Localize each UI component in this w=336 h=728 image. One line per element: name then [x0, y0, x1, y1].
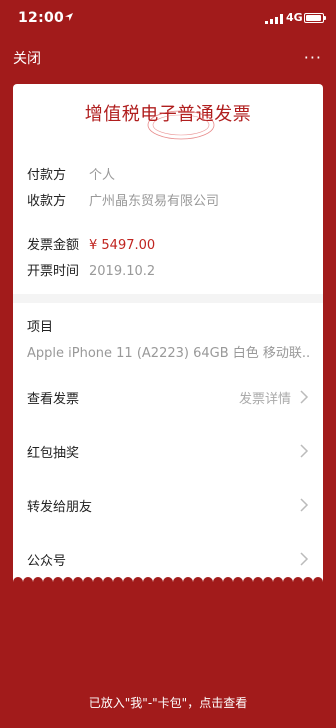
card-scallop-edge [13, 576, 323, 588]
payee-row: 收款方 广州晶东贸易有限公司 [27, 190, 219, 209]
view-invoice-item[interactable]: 查看发票 发票详情 [13, 370, 323, 424]
battery-icon [304, 13, 326, 23]
chevron-right-icon [300, 390, 309, 404]
more-button[interactable]: ··· [304, 48, 322, 67]
nav-bar: 关闭 ··· [0, 40, 336, 76]
signal-icon [265, 14, 283, 24]
payer-row: 付款方 个人 [27, 164, 115, 183]
footer-link[interactable]: 已放入"我"-"卡包"，点击查看 [0, 694, 336, 711]
divider [13, 294, 323, 303]
amount-row: 发票金额 ¥ 5497.00 [27, 234, 155, 253]
payer-label: 付款方 [27, 168, 67, 183]
date-value: 2019.10.2 [89, 264, 156, 279]
item-label: 项目 [27, 320, 54, 335]
lottery-label: 红包抽奖 [27, 446, 80, 461]
chevron-right-icon [300, 444, 309, 458]
amount-label: 发票金额 [27, 238, 80, 253]
location-arrow-icon [65, 13, 73, 21]
status-bar: 12:00 4G [0, 0, 336, 40]
payer-value: 个人 [89, 168, 116, 183]
payee-value: 广州晶东贸易有限公司 [89, 194, 220, 209]
payee-label: 收款方 [27, 194, 67, 209]
view-invoice-label: 查看发票 [27, 392, 80, 407]
amount-value: ¥ 5497.00 [89, 238, 156, 253]
date-label: 开票时间 [27, 264, 80, 279]
status-time: 12:00 [18, 10, 65, 26]
item-value: Apple iPhone 11 (A2223) 64GB 白色 移动联... [27, 346, 311, 361]
official-account-label: 公众号 [27, 554, 67, 569]
chevron-right-icon [300, 552, 309, 566]
network-type: 4G [286, 11, 303, 24]
view-invoice-hint: 发票详情 [238, 392, 291, 407]
invoice-card: 增值税电子普通发票 付款方 个人 收款方 广州晶东贸易有限公司 发票金额 ¥ 5497… [13, 84, 323, 576]
stamp-icon [147, 110, 215, 140]
close-button[interactable]: 关闭 [13, 48, 41, 68]
forward-item[interactable]: 转发给朋友 [13, 478, 323, 532]
forward-label: 转发给朋友 [27, 500, 93, 515]
lottery-item[interactable]: 红包抽奖 [13, 424, 323, 478]
chevron-right-icon [300, 498, 309, 512]
date-row: 开票时间 2019.10.2 [27, 260, 155, 279]
